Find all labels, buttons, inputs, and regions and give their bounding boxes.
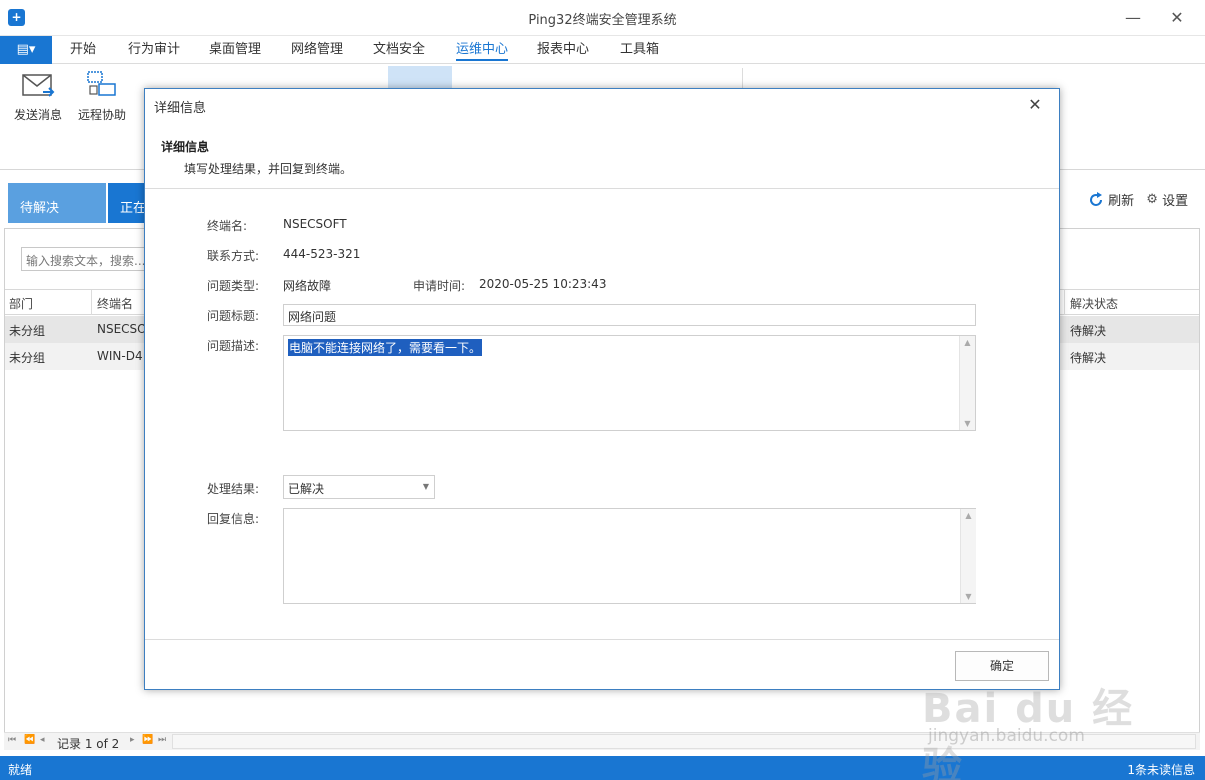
remote-desktop-icon [87, 71, 116, 96]
remote-assist-label: 远程协助 [77, 108, 126, 122]
column-divider [91, 290, 92, 315]
status-text: 就绪 [8, 763, 33, 777]
dialog-header-subtitle: 填写处理结果，并回复到终端。 [184, 162, 353, 176]
envelope-icon [22, 74, 55, 97]
pager: ⏮ ⏪ ◂ 记录 1 of 2 ▸ ⏩ ⏭ [4, 732, 1200, 751]
remote-assist-button[interactable]: 远程协助 [72, 70, 132, 132]
tab-document-security[interactable]: 文档安全 [373, 36, 425, 64]
cell-dept: 未分组 [9, 351, 46, 365]
tab-report-center[interactable]: 报表中心 [537, 36, 589, 64]
dialog-title: 详细信息 [154, 101, 207, 116]
tab-behavior-audit[interactable]: 行为审计 [128, 36, 180, 64]
horizontal-scrollbar[interactable] [172, 734, 1196, 749]
request-time-label: 申请时间: [413, 279, 466, 293]
terminal-label: 终端名: [207, 219, 248, 233]
dialog-header-title: 详细信息 [161, 140, 210, 154]
tab-toolbox[interactable]: 工具箱 [620, 36, 659, 64]
refresh-button[interactable]: 刷新 [1088, 190, 1134, 209]
issue-type-value: 网络故障 [283, 279, 332, 293]
ribbon-tabs: ▤▾ 开始 行为审计 桌面管理 网络管理 文档安全 运维中心 报表中心 工具箱 [0, 36, 1205, 64]
scroll-up-icon[interactable]: ▲ [960, 338, 975, 347]
contact-label: 联系方式: [207, 249, 260, 263]
tab-ops-center[interactable]: 运维中心 [456, 36, 509, 64]
refresh-label: 刷新 [1108, 194, 1135, 209]
result-label: 处理结果: [207, 482, 260, 496]
vertical-scrollbar[interactable]: ▲ ▼ [959, 336, 975, 430]
vertical-scrollbar[interactable]: ▲ ▼ [960, 509, 976, 603]
cell-terminal: WIN-D4 [97, 349, 143, 363]
tab-start[interactable]: 开始 [70, 36, 96, 64]
next-page-icon[interactable]: ▸ [130, 735, 135, 745]
toolbar-right: 刷新 ⚙ 设置 [1088, 190, 1188, 212]
issue-desc-field[interactable]: 电脑不能连接网络了，需要看一下。 ▲ ▼ [283, 335, 976, 431]
issue-title-field[interactable]: 网络问题 [283, 304, 976, 326]
reply-label: 回复信息: [207, 512, 260, 526]
divider [145, 639, 1059, 640]
cell-status: 待解决 [1070, 351, 1107, 365]
settings-label: 设置 [1162, 194, 1189, 209]
title-bar: + Ping32终端安全管理系统 — ✕ [0, 0, 1205, 36]
ok-button[interactable]: 确定 [955, 651, 1049, 681]
app-menu-button[interactable]: ▤▾ [0, 36, 52, 64]
search-input[interactable]: 输入搜索文本，搜索... [21, 247, 149, 271]
scroll-down-icon[interactable]: ▼ [960, 419, 975, 428]
result-selected-value: 已解决 [288, 482, 325, 496]
refresh-icon [1090, 191, 1102, 206]
send-message-button[interactable]: 发送消息 [8, 70, 68, 132]
cell-dept: 未分组 [9, 324, 46, 338]
pager-text: 记录 1 of 2 [57, 737, 120, 751]
detail-dialog: 详细信息 ✕ 详细信息 填写处理结果，并回复到终端。 终端名: NSECSOFT… [144, 88, 1060, 690]
prev-group-icon[interactable]: ⏪ [24, 735, 35, 745]
prev-page-icon[interactable]: ◂ [40, 735, 45, 745]
issue-desc-text: 电脑不能连接网络了，需要看一下。 [288, 339, 483, 356]
status-bar: 就绪 1条未读信息 [0, 756, 1205, 780]
cell-status: 待解决 [1070, 324, 1107, 338]
first-page-icon[interactable]: ⏮ [8, 735, 16, 745]
issue-desc-label: 问题描述: [207, 339, 260, 353]
unread-messages[interactable]: 1条未读信息 [1127, 761, 1195, 778]
close-window-button[interactable]: ✕ [1164, 6, 1190, 30]
last-page-icon[interactable]: ⏭ [158, 735, 166, 745]
column-header-status[interactable]: 解决状态 [1070, 295, 1118, 312]
issue-title-label: 问题标题: [207, 309, 260, 323]
terminal-value: NSECSOFT [283, 217, 347, 231]
tab-network-management[interactable]: 网络管理 [291, 36, 343, 64]
column-header-dept[interactable]: 部门 [9, 295, 33, 312]
tab-pending[interactable]: 待解决 [8, 183, 106, 223]
close-icon[interactable]: ✕ [1025, 95, 1045, 114]
request-time-value: 2020-05-25 10:23:43 [479, 277, 607, 291]
next-group-icon[interactable]: ⏩ [142, 735, 153, 745]
divider [145, 188, 1059, 189]
issue-type-label: 问题类型: [207, 279, 260, 293]
gear-icon: ⚙ [1146, 192, 1158, 207]
tab-desktop-management[interactable]: 桌面管理 [209, 36, 261, 64]
column-header-terminal[interactable]: 终端名 [97, 295, 133, 312]
window-title: Ping32终端安全管理系统 [528, 13, 677, 28]
menu-icon: ▤▾ [16, 42, 36, 57]
result-select[interactable]: 已解决 ▼ [283, 475, 435, 499]
minimize-button[interactable]: — [1120, 6, 1146, 30]
contact-value: 444-523-321 [283, 247, 361, 261]
column-divider [1064, 290, 1065, 315]
reply-field[interactable] [283, 508, 976, 604]
send-message-label: 发送消息 [13, 108, 62, 122]
scroll-down-icon[interactable]: ▼ [961, 592, 976, 601]
cell-terminal: NSECSO [97, 322, 147, 336]
scroll-up-icon[interactable]: ▲ [961, 511, 976, 520]
settings-button[interactable]: ⚙ 设置 [1146, 190, 1188, 209]
chevron-down-icon: ▼ [422, 482, 429, 491]
